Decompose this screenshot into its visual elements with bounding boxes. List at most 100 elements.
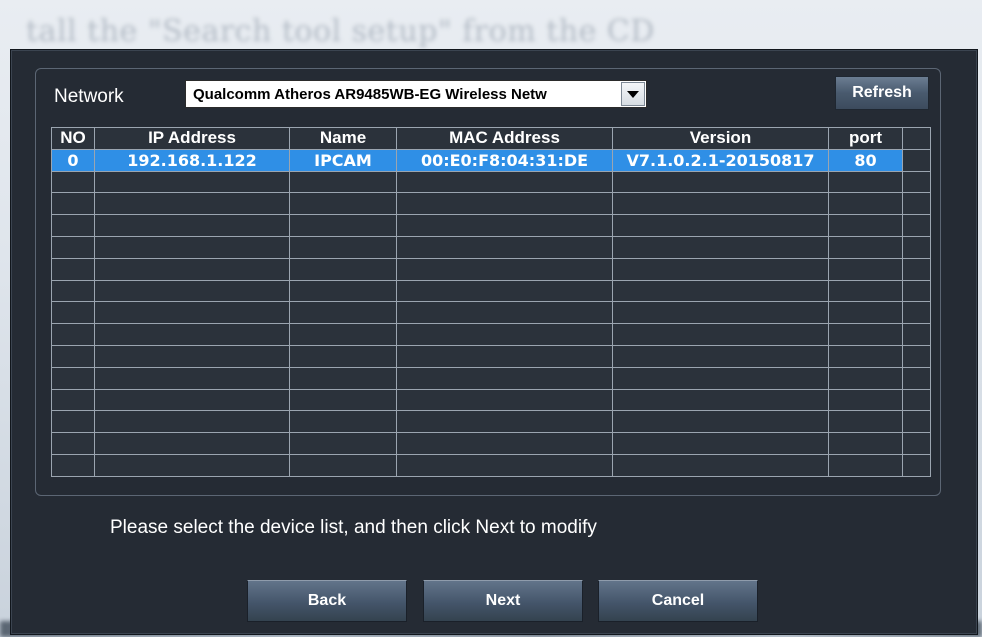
cell-ip-address: 192.168.1.122 <box>94 148 290 172</box>
column-header-ip-address[interactable]: IP Address <box>94 127 290 150</box>
table-cell-empty <box>902 410 931 434</box>
table-cell-empty <box>289 235 397 259</box>
table-cell-empty <box>828 432 903 455</box>
table-row-empty[interactable] <box>51 388 931 412</box>
column-header-spacer <box>902 127 931 150</box>
cell-mac-address: 00:E0:F8:04:31:DE <box>396 148 613 172</box>
table-cell-empty <box>902 257 931 281</box>
table-row-empty[interactable] <box>51 170 931 194</box>
search-tool-dialog: Network Qualcomm Atheros AR9485WB-EG Wir… <box>10 49 978 635</box>
table-row-empty[interactable] <box>51 453 931 477</box>
table-cell-empty <box>396 214 613 237</box>
table-cell-empty <box>612 170 829 194</box>
column-header-mac-address[interactable]: MAC Address <box>396 127 613 150</box>
table-cell-empty <box>612 235 829 259</box>
table-cell-empty <box>51 192 95 216</box>
table-cell-empty <box>902 279 931 303</box>
cell-port: 80 <box>828 148 903 172</box>
table-cell-empty <box>94 366 290 390</box>
table-cell-empty <box>396 192 613 216</box>
next-button[interactable]: Next <box>423 580 583 622</box>
table-cell-empty <box>51 279 95 303</box>
table-cell-empty <box>902 323 931 346</box>
table-cell-empty <box>396 235 613 259</box>
table-row-empty[interactable] <box>51 344 931 368</box>
table-cell-empty <box>902 344 931 368</box>
table-cell-empty <box>289 257 397 281</box>
table-cell-empty <box>612 344 829 368</box>
table-cell-empty <box>902 214 931 237</box>
table-row-empty[interactable] <box>51 214 931 237</box>
table-cell-empty <box>396 323 613 346</box>
table-cell-empty <box>94 301 290 325</box>
table-cell-empty <box>51 453 95 477</box>
table-cell-empty <box>396 388 613 412</box>
table-row-empty[interactable] <box>51 235 931 259</box>
table-cell-empty <box>51 214 95 237</box>
refresh-button[interactable]: Refresh <box>835 76 929 110</box>
background-caption: tall the "Search tool setup" from the CD <box>26 14 655 49</box>
table-cell-empty <box>396 301 613 325</box>
table-cell-empty <box>902 366 931 390</box>
table-cell-empty <box>828 235 903 259</box>
table-row-empty[interactable] <box>51 279 931 303</box>
table-row-empty[interactable] <box>51 432 931 455</box>
table-cell-empty <box>902 170 931 194</box>
table-cell-empty <box>94 453 290 477</box>
table-row-empty[interactable] <box>51 301 931 325</box>
back-button[interactable]: Back <box>247 580 407 622</box>
table-cell-empty <box>94 388 290 412</box>
table-cell-empty <box>94 192 290 216</box>
table-cell-empty <box>612 410 829 434</box>
table-cell-empty <box>828 453 903 477</box>
table-header-row: NO IP Address Name MAC Address Version p… <box>51 127 931 150</box>
table-cell-empty <box>289 279 397 303</box>
cell-no: 0 <box>51 148 95 172</box>
table-row-empty[interactable] <box>51 366 931 390</box>
table-cell-empty <box>828 301 903 325</box>
table-cell-empty <box>94 257 290 281</box>
table-cell-empty <box>612 453 829 477</box>
table-row-empty[interactable] <box>51 323 931 346</box>
table-cell-empty <box>612 323 829 346</box>
table-cell-empty <box>828 279 903 303</box>
table-row-selected[interactable]: 0 192.168.1.122 IPCAM 00:E0:F8:04:31:DE … <box>51 148 931 172</box>
table-cell-empty <box>396 410 613 434</box>
table-cell-empty <box>51 410 95 434</box>
table-cell-empty <box>828 214 903 237</box>
table-cell-empty <box>94 235 290 259</box>
cancel-button[interactable]: Cancel <box>598 580 758 622</box>
table-cell-empty <box>396 257 613 281</box>
network-label: Network <box>54 86 124 107</box>
table-row-empty[interactable] <box>51 257 931 281</box>
table-cell-empty <box>94 323 290 346</box>
table-cell-empty <box>289 214 397 237</box>
table-cell-empty <box>828 344 903 368</box>
table-cell-empty <box>289 453 397 477</box>
network-adapter-select[interactable]: Qualcomm Atheros AR9485WB-EG Wireless Ne… <box>185 80 647 108</box>
column-header-name[interactable]: Name <box>289 127 397 150</box>
table-cell-empty <box>396 344 613 368</box>
network-adapter-value: Qualcomm Atheros AR9485WB-EG Wireless Ne… <box>193 85 547 103</box>
table-cell-empty <box>902 432 931 455</box>
column-header-port[interactable]: port <box>828 127 903 150</box>
column-header-no[interactable]: NO <box>51 127 95 150</box>
table-cell-empty <box>94 410 290 434</box>
table-cell-empty <box>396 453 613 477</box>
table-cell-empty <box>828 366 903 390</box>
table-cell-empty <box>51 366 95 390</box>
table-cell-empty <box>612 257 829 281</box>
table-cell-empty <box>51 301 95 325</box>
table-cell-empty <box>902 235 931 259</box>
column-header-version[interactable]: Version <box>612 127 829 150</box>
table-cell-empty <box>612 214 829 237</box>
table-row-empty[interactable] <box>51 192 931 216</box>
table-cell-empty <box>94 279 290 303</box>
table-cell-empty <box>94 344 290 368</box>
cell-name: IPCAM <box>289 148 397 172</box>
table-cell-empty <box>612 192 829 216</box>
table-row-empty[interactable] <box>51 410 931 434</box>
table-cell-empty <box>828 388 903 412</box>
dropdown-arrow-icon[interactable] <box>621 82 645 106</box>
table-cell-empty <box>828 192 903 216</box>
